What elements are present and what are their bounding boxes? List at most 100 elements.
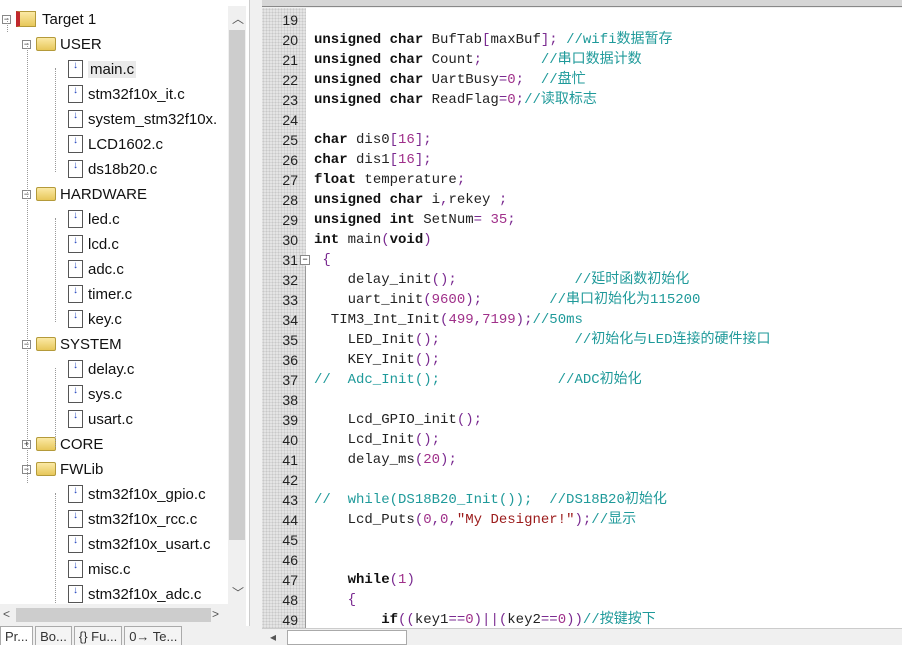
code-line[interactable]: char dis0[16]; xyxy=(314,130,432,150)
comment: //读取标志 xyxy=(524,92,597,108)
code-line[interactable]: TIM3_Int_Init(499,7199);//50ms xyxy=(314,310,583,330)
c-file-icon: ↓ xyxy=(68,360,83,378)
tree-file-item[interactable]: ↓ misc.c xyxy=(68,558,131,580)
editor-hscroll-thumb[interactable] xyxy=(287,630,407,645)
keyword: int xyxy=(314,232,348,248)
identifier: temperature xyxy=(364,172,457,188)
code-line[interactable]: Lcd_Init(); xyxy=(314,430,440,450)
tree-file-item[interactable]: ↓ timer.c xyxy=(68,283,132,305)
punctuation: { xyxy=(314,252,331,268)
code-line[interactable]: Lcd_GPIO_init(); xyxy=(314,410,482,430)
comment: //50ms xyxy=(532,312,583,328)
code-line[interactable]: unsigned char Count; //串口数据计数 xyxy=(314,50,642,70)
tree-item-label: USER xyxy=(60,35,102,53)
identifier: maxBuf xyxy=(490,32,541,48)
tree-folder-item[interactable]: + CORE xyxy=(22,433,103,455)
tree-file-item[interactable]: ↓ system_stm32f10x. xyxy=(68,108,217,130)
identifier: SetNum xyxy=(423,212,474,228)
identifier: uart_init xyxy=(314,292,424,308)
scroll-left-icon[interactable]: < xyxy=(3,607,10,621)
number-literal: 35 xyxy=(490,212,508,228)
code-line[interactable]: Lcd_Puts(0,0,"My Designer!");//显示 xyxy=(314,510,637,530)
identifier: dis1 xyxy=(356,152,390,168)
code-line[interactable]: unsigned char BufTab[maxBuf]; //wifi数据暂存 xyxy=(314,30,673,50)
code-line[interactable]: float temperature; xyxy=(314,170,465,190)
code-line[interactable]: KEY_Init(); xyxy=(314,350,440,370)
scroll-up-icon[interactable]: ︿ xyxy=(232,10,244,27)
punctuation: ; xyxy=(498,192,508,208)
keyword: while xyxy=(314,572,390,588)
comment: //显示 xyxy=(591,512,637,528)
code-line[interactable]: delay_ms(20); xyxy=(314,450,457,470)
tree-folder-item[interactable]: − FWLib xyxy=(22,458,103,480)
tab-templates[interactable]: 0→ Te... xyxy=(124,626,183,645)
code-line[interactable]: delay_init(); //延时函数初始化 xyxy=(314,270,690,290)
tab-books[interactable]: Bo... xyxy=(35,626,72,645)
tree-file-item[interactable]: ↓ usart.c xyxy=(68,408,133,430)
number-literal: 16 xyxy=(398,132,415,148)
code-line[interactable]: if((key1==0)||(key2==0))//按键按下 xyxy=(314,610,656,630)
code-line[interactable]: unsigned char UartBusy=0; //盘忙 xyxy=(314,70,586,90)
code-line[interactable]: LED_Init(); //初始化与LED连接的硬件接口 xyxy=(314,330,771,350)
tree-file-item[interactable]: ↓ LCD1602.c xyxy=(68,133,163,155)
number-literal: 499 xyxy=(448,312,474,328)
tree-folder-item[interactable]: − HARDWARE xyxy=(22,183,147,205)
code-line[interactable]: unsigned char i,rekey ; xyxy=(314,190,507,210)
tree-file-item[interactable]: ↓ delay.c xyxy=(68,358,134,380)
code-line[interactable]: // Adc_Init(); //ADC初始化 xyxy=(314,370,642,390)
line-number: 46 xyxy=(282,552,298,568)
scroll-right-icon[interactable]: > xyxy=(212,607,219,621)
tree-file-item[interactable]: ↓ stm32f10x_usart.c xyxy=(68,533,211,555)
tree-file-item[interactable]: ↓ main.c xyxy=(68,58,137,80)
tree-item-label: Target 1 xyxy=(42,10,97,28)
code-line[interactable]: while(1) xyxy=(314,570,415,590)
tree-file-item[interactable]: ↓ ds18b20.c xyxy=(68,158,157,180)
code-line[interactable]: uart_init(9600); //串口初始化为115200 xyxy=(314,290,701,310)
code-line[interactable]: { xyxy=(314,590,356,610)
keyword: void xyxy=(389,232,424,248)
tree-hscroll-thumb[interactable] xyxy=(16,608,211,622)
tree-item-label: lcd.c xyxy=(88,235,119,253)
c-file-icon: ↓ xyxy=(68,260,83,278)
tree-file-item[interactable]: ↓ sys.c xyxy=(68,383,122,405)
tree-file-item[interactable]: ↓ stm32f10x_adc.c xyxy=(68,583,201,604)
tree-file-item[interactable]: ↓ key.c xyxy=(68,308,122,330)
identifier: Lcd_Puts xyxy=(314,512,415,528)
code-line[interactable]: int main(void) xyxy=(314,230,432,250)
c-file-icon: ↓ xyxy=(68,210,83,228)
tree-item-label: sys.c xyxy=(88,385,123,403)
tree-file-item[interactable]: ↓ stm32f10x_gpio.c xyxy=(68,483,206,505)
tree-file-item[interactable]: ↓ stm32f10x_rcc.c xyxy=(68,508,197,530)
tab-functions[interactable]: {} Fu... xyxy=(73,626,123,645)
editor-file-tabs[interactable] xyxy=(262,0,902,7)
tree-file-item[interactable]: ↓ led.c xyxy=(68,208,120,230)
punctuation: (); xyxy=(414,432,441,448)
punctuation: ; xyxy=(473,52,541,68)
tree-item-label: misc.c xyxy=(88,560,131,578)
tree-folder-item[interactable]: − USER xyxy=(22,33,102,55)
identifier: Count xyxy=(431,52,474,68)
tree-folder-item[interactable]: − SYSTEM xyxy=(22,333,122,355)
line-number: 40 xyxy=(282,432,298,448)
tree-scroll-thumb[interactable] xyxy=(229,30,245,540)
tree-target-item[interactable]: − Target 1 xyxy=(2,8,96,30)
tree-file-item[interactable]: ↓ lcd.c xyxy=(68,233,119,255)
c-file-icon: ↓ xyxy=(68,310,83,328)
code-line[interactable]: unsigned char ReadFlag=0;//读取标志 xyxy=(314,90,597,110)
tree-file-item[interactable]: ↓ stm32f10x_it.c xyxy=(68,83,185,105)
editor-scroll-left-icon[interactable]: ◂ xyxy=(270,630,276,644)
keyword: float xyxy=(314,172,365,188)
code-line[interactable]: char dis1[16]; xyxy=(314,150,432,170)
fold-line xyxy=(305,266,306,628)
line-number: 36 xyxy=(282,352,298,368)
code-line[interactable]: // while(DS18B20_Init()); //DS18B20初始化 xyxy=(314,490,667,510)
code-line[interactable]: { xyxy=(314,250,331,270)
tree-connector xyxy=(7,18,8,32)
tab-project[interactable]: Pr... xyxy=(0,626,34,645)
code-line[interactable]: unsigned int SetNum= 35; xyxy=(314,210,516,230)
scroll-down-icon[interactable]: ﹀ xyxy=(232,584,244,601)
tree-file-item[interactable]: ↓ adc.c xyxy=(68,258,124,280)
line-number: 27 xyxy=(282,172,298,188)
punctuation: ]; xyxy=(414,132,432,148)
collapse-icon[interactable]: − xyxy=(300,255,310,265)
